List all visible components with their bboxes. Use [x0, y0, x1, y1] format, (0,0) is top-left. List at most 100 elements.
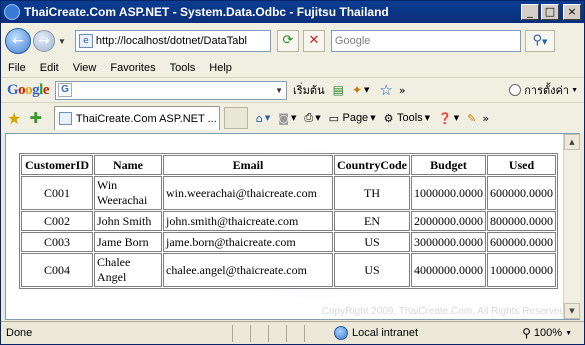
maximize-button[interactable]: □ [541, 4, 559, 20]
stop-icon: ✕ [308, 33, 320, 48]
table-row: C002 John Smith john.smith@thaicreate.co… [21, 211, 557, 231]
feeds-button[interactable]: ◙ ▼ [278, 112, 296, 125]
help-icon: ❓ [438, 111, 452, 125]
rss-icon: ◙ [278, 111, 289, 125]
news-icon[interactable]: ▤ [333, 83, 344, 97]
page-menu-label: Page [342, 112, 369, 124]
close-button[interactable]: × [563, 4, 581, 20]
vertical-scrollbar[interactable]: ▲ ▼ [563, 134, 580, 319]
menu-edit[interactable]: Edit [40, 62, 59, 74]
more-chevrons-icon[interactable]: » [482, 112, 489, 125]
home-icon: ⌂ [255, 111, 263, 125]
add-favorites-icon[interactable]: ✚ [29, 109, 42, 127]
chevron-down-icon[interactable]: ▼ [364, 86, 369, 94]
menu-tools[interactable]: Tools [170, 62, 196, 74]
menu-help[interactable]: Help [209, 62, 232, 74]
menu-view[interactable]: View [73, 62, 97, 74]
favorites-star-icon[interactable]: ★ [7, 109, 21, 128]
new-tab-button[interactable] [223, 107, 248, 129]
column-header: Used [487, 155, 557, 175]
search-icon: ⚲ [532, 33, 542, 48]
chevron-down-icon: ▼ [565, 329, 572, 337]
scroll-down-arrow-icon[interactable]: ▼ [564, 303, 580, 319]
refresh-icon: ⟳ [282, 33, 294, 48]
google-search-input[interactable]: G ▼ [55, 80, 288, 100]
cell-used: 800000.0000 [487, 211, 557, 231]
zoom-control[interactable]: ⚲ 100% ▼ [522, 326, 572, 340]
tab-current[interactable]: ThaiCreate.Com ASP.NET ... [53, 106, 220, 130]
tab-title: ThaiCreate.Com ASP.NET ... [75, 112, 217, 125]
browser-window: ThaiCreate.Com ASP.NET - System.Data.Odb… [0, 0, 585, 345]
research-icon: ✎ [467, 111, 477, 125]
customer-table: CustomerID Name Email CountryCode Budget… [19, 153, 559, 289]
table-row: C003 Jame Born jame.born@thaicreate.com … [21, 232, 557, 252]
column-header: Email [163, 155, 333, 175]
page-menu-icon: ▭ [328, 111, 339, 125]
gear-icon: ⚙ [383, 111, 394, 125]
search-button[interactable]: ⚲▼ [524, 30, 555, 52]
address-input[interactable]: http://localhost/dotnet/DataTabl [96, 35, 247, 47]
page-menu-button[interactable]: ▭ Page ▼ [329, 112, 376, 125]
cell-email: john.smith@thaicreate.com [163, 211, 333, 231]
cell-email: chalee.angel@thaicreate.com [163, 253, 333, 287]
stop-button[interactable]: ✕ [302, 30, 325, 52]
status-bar: Done Local intranet ⚲ 100% ▼ [1, 321, 584, 344]
scroll-up-arrow-icon[interactable]: ▲ [564, 134, 580, 150]
minimize-button[interactable]: _ [521, 4, 539, 20]
status-segment [268, 324, 286, 342]
cell-email: win.weerachai@thaicreate.com [163, 176, 333, 210]
google-g-icon: G [58, 83, 73, 97]
title-bar: ThaiCreate.Com ASP.NET - System.Data.Odb… [1, 1, 584, 23]
column-header: Budget [411, 155, 487, 175]
menu-file[interactable]: File [8, 62, 26, 74]
search-input[interactable]: Google [330, 30, 521, 52]
copyright-watermark: CopyRight 2009, ThaiCreate.Com, All Righ… [321, 306, 565, 317]
forward-button[interactable]: → [33, 30, 55, 52]
status-segment [304, 324, 322, 342]
cell-customerid: C002 [21, 211, 93, 231]
recent-pages-dropdown-icon[interactable]: ▼ [58, 37, 66, 46]
google-toolbar: Google G ▼ เริ่มต้น ▤ ✦ ▼ ☆ » การตั้งค่า … [1, 78, 584, 103]
printer-icon: ⎙ [304, 111, 314, 124]
table-row: C001 Win Weerachai win.weerachai@thaicre… [21, 176, 557, 210]
column-header: Name [94, 155, 162, 175]
status-segment [232, 324, 250, 342]
home-button[interactable]: ⌂ ▼ [256, 112, 270, 125]
google-start-button[interactable]: เริ่มต้น [293, 81, 325, 99]
cell-name: Jame Born [94, 232, 162, 252]
page-content: CustomerID Name Email CountryCode Budget… [5, 133, 580, 320]
cell-countrycode: US [334, 253, 411, 287]
popup-blocker-icon[interactable]: ✦ [352, 83, 362, 97]
cell-customerid: C003 [21, 232, 93, 252]
cell-email: jame.born@thaicreate.com [163, 232, 333, 252]
cell-name: Chalee Angel [94, 253, 162, 287]
google-settings-label: การตั้งค่า [524, 85, 570, 97]
security-zone[interactable]: Local intranet [334, 326, 418, 340]
settings-radio-icon [509, 84, 522, 96]
google-logo[interactable]: Google [7, 82, 50, 99]
research-button[interactable]: ✎ [467, 112, 476, 125]
chevron-down-icon[interactable]: ▼ [275, 86, 283, 95]
print-button[interactable]: ⎙ ▼ [304, 111, 320, 125]
cell-used: 100000.0000 [487, 253, 557, 287]
back-arrow-icon: ← [12, 33, 24, 49]
cell-name: Win Weerachai [94, 176, 162, 210]
tools-menu-label: Tools [396, 112, 423, 124]
page-icon: e [78, 34, 93, 48]
bookmark-star-icon[interactable]: ☆ [379, 81, 392, 99]
cell-customerid: C004 [21, 253, 93, 287]
help-button[interactable]: ❓ ▼ [438, 112, 459, 125]
cell-countrycode: TH [334, 176, 411, 210]
refresh-button[interactable]: ⟳ [276, 30, 299, 52]
menu-favorites[interactable]: Favorites [110, 62, 155, 74]
address-bar[interactable]: e http://localhost/dotnet/DataTabl [74, 30, 271, 52]
table-header-row: CustomerID Name Email CountryCode Budget… [21, 155, 557, 175]
back-button[interactable]: ← [5, 28, 31, 54]
google-settings-button[interactable]: การตั้งค่า ▼ [509, 81, 578, 99]
more-chevrons-icon[interactable]: » [399, 84, 406, 97]
cell-budget: 1000000.0000 [411, 176, 487, 210]
cell-used: 600000.0000 [487, 232, 557, 252]
cell-name: John Smith [94, 211, 162, 231]
tools-menu-button[interactable]: ⚙ Tools ▼ [384, 112, 430, 125]
cell-used: 600000.0000 [487, 176, 557, 210]
